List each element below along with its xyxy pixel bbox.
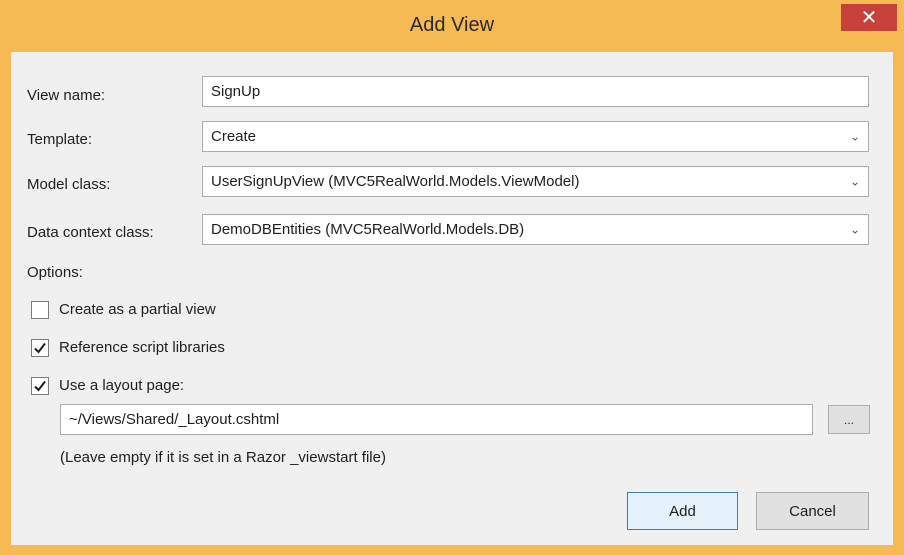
reference-scripts-label: Reference script libraries <box>59 339 225 356</box>
checkmark-icon <box>34 342 46 354</box>
layout-hint: (Leave empty if it is set in a Razor _vi… <box>60 449 386 466</box>
dialog-title: Add View <box>409 14 495 36</box>
add-button[interactable]: Add <box>627 492 738 530</box>
reference-scripts-checkbox[interactable] <box>31 339 49 357</box>
template-dropdown[interactable]: Create ⌄ <box>202 121 869 152</box>
view-name-input[interactable]: SignUp <box>202 76 869 107</box>
view-name-label: View name: <box>27 87 106 104</box>
partial-view-checkbox[interactable] <box>31 301 49 319</box>
layout-path-value: ~/Views/Shared/_Layout.cshtml <box>69 411 280 428</box>
close-icon: ✕ <box>860 7 878 29</box>
dialog-body: View name: SignUp Template: Create ⌄ Mod… <box>11 52 893 545</box>
browse-button[interactable]: ... <box>828 405 870 434</box>
cancel-button[interactable]: Cancel <box>756 492 869 530</box>
model-class-label: Model class: <box>27 176 111 193</box>
view-name-value: SignUp <box>211 83 261 100</box>
chevron-down-icon: ⌄ <box>849 173 860 188</box>
title-bar[interactable]: Add View ✕ <box>0 0 904 52</box>
model-class-dropdown[interactable]: UserSignUpView (MVC5RealWorld.Models.Vie… <box>202 166 869 197</box>
template-value: Create <box>211 128 257 145</box>
chevron-down-icon: ⌄ <box>849 221 860 236</box>
layout-page-label: Use a layout page: <box>59 377 185 394</box>
close-button[interactable]: ✕ <box>841 4 897 31</box>
chevron-down-icon: ⌄ <box>849 128 860 143</box>
layout-path-input[interactable]: ~/Views/Shared/_Layout.cshtml <box>60 404 813 435</box>
template-label: Template: <box>27 131 93 148</box>
options-heading: Options: <box>27 264 83 281</box>
add-view-dialog: Add View ✕ View name: SignUp Template: C… <box>0 0 904 555</box>
data-context-dropdown[interactable]: DemoDBEntities (MVC5RealWorld.Models.DB)… <box>202 214 869 245</box>
checkmark-icon <box>34 380 46 392</box>
partial-view-label: Create as a partial view <box>59 301 216 318</box>
data-context-value: DemoDBEntities (MVC5RealWorld.Models.DB) <box>211 221 525 238</box>
layout-page-checkbox[interactable] <box>31 377 49 395</box>
model-class-value: UserSignUpView (MVC5RealWorld.Models.Vie… <box>211 173 580 190</box>
data-context-label: Data context class: <box>27 224 154 241</box>
